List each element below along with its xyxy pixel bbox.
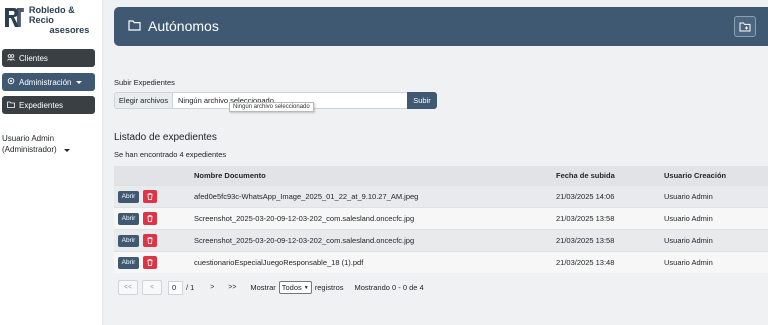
result-count: Se han encontrado 4 expedientes [114,150,227,159]
sidebar-item-expedientes[interactable]: Expedientes [2,96,95,114]
chevron-down-icon [76,80,83,84]
upload-label: Subir Expedientes [114,78,175,87]
upload-date: 21/03/2025 13:58 [556,236,615,245]
sidebar: Robledo & Recio asesores Clientes Admini… [0,0,103,325]
upload-button[interactable]: Subir [407,92,437,109]
delete-button[interactable] [143,212,157,225]
sidebar-item-label: Administración [19,77,72,87]
document-name: Screenshot_2025-03-20-09-12-03-202_com.s… [194,236,415,245]
users-icon [7,53,15,63]
next-page-button[interactable]: > [204,280,220,295]
table-row: Abrir Screenshot_2025-03-20-09-12-03-202… [114,229,768,251]
created-by: Usuario Admin [664,214,713,223]
select-chevron-icon: ▼ [303,284,309,291]
row-actions: Abrir [118,208,157,229]
folder-icon [7,101,15,110]
records-label: registros [314,283,344,292]
chevron-down-icon [63,148,70,152]
trash-icon [147,237,153,244]
open-button[interactable]: Abrir [118,256,139,269]
upload-date: 21/03/2025 13:48 [556,258,615,267]
document-name: Screenshot_2025-03-20-09-12-03-202_com.s… [194,214,415,223]
user-role: (Administrador) [2,144,57,154]
open-button[interactable]: Abrir [118,190,139,203]
choose-files-button[interactable]: Elegir archivos [114,92,173,109]
logo-mark-icon [4,8,24,27]
trash-icon [147,259,153,266]
sidebar-item-clientes[interactable]: Clientes [2,49,95,67]
row-actions: Abrir [118,230,157,251]
created-by: Usuario Admin [664,192,713,201]
brand-name: Robledo & Recio asesores [29,5,102,35]
user-name: Usuario Admin [2,134,55,143]
page-total: / 1 [186,283,195,292]
table-row: Abrir Screenshot_2025-03-20-09-12-03-202… [114,207,768,229]
created-by: Usuario Admin [664,258,713,267]
page-title: Autónomos [148,18,219,34]
row-actions: Abrir [118,186,157,207]
trash-icon [147,215,153,222]
file-tooltip: Ningún archivo seleccionado [229,102,314,112]
upload-date: 21/03/2025 14:06 [556,192,615,201]
documents-table: Nombre Documento Fecha de subida Usuario… [114,166,768,273]
document-name: afed0e5fc93c-WhatsApp_Image_2025_01_22_a… [194,192,419,201]
open-button[interactable]: Abrir [118,234,139,247]
user-menu[interactable]: Usuario Admin (Administrador) [2,134,70,155]
new-folder-button[interactable] [734,16,756,37]
row-actions: Abrir [118,252,157,273]
sidebar-item-label: Clientes [19,53,48,63]
table-row: Abrir afed0e5fc93c-WhatsApp_Image_2025_0… [114,185,768,207]
show-label: Mostrar [250,283,276,292]
column-header-user[interactable]: Usuario Creación [664,166,726,185]
showing-range: Mostrando 0 - 0 de 4 [354,283,424,292]
trash-icon [147,193,153,200]
last-page-button[interactable]: >> [224,280,240,295]
brand-line-2: asesores [49,25,90,35]
created-by: Usuario Admin [664,236,713,245]
folder-plus-icon [739,22,751,31]
table-row: Abrir cuestionarioEspecialJuegoResponsab… [114,251,768,273]
prev-page-button[interactable]: < [142,280,162,295]
page-header: Autónomos [114,7,768,46]
column-header-date[interactable]: Fecha de subida [556,166,615,185]
page-size-value: Todos [281,283,302,292]
page-number-input[interactable]: 0 [168,280,183,295]
gear-icon [7,77,15,87]
sidebar-item-label: Expedientes [19,100,64,110]
sidebar-item-administracion[interactable]: Administración [2,73,95,91]
page-size-select[interactable]: Todos ▼ [278,281,312,294]
list-title: Listado de expedientes [114,132,217,143]
first-page-button[interactable]: << [118,280,138,295]
table-header-row: Nombre Documento Fecha de subida Usuario… [114,166,768,185]
brand-line-1: Robledo & Recio [28,5,75,25]
folder-icon [128,20,141,33]
pagination: << < 0 / 1 > >> Mostrar Todos ▼ registro… [118,280,424,295]
delete-button[interactable] [143,190,157,203]
upload-date: 21/03/2025 13:58 [556,214,615,223]
delete-button[interactable] [143,234,157,247]
document-name: cuestionarioEspecialJuegoResponsable_18 … [194,258,364,267]
delete-button[interactable] [143,256,157,269]
open-button[interactable]: Abrir [118,212,139,225]
brand-logo[interactable]: Robledo & Recio asesores [3,5,102,35]
column-header-name[interactable]: Nombre Documento [194,166,266,185]
